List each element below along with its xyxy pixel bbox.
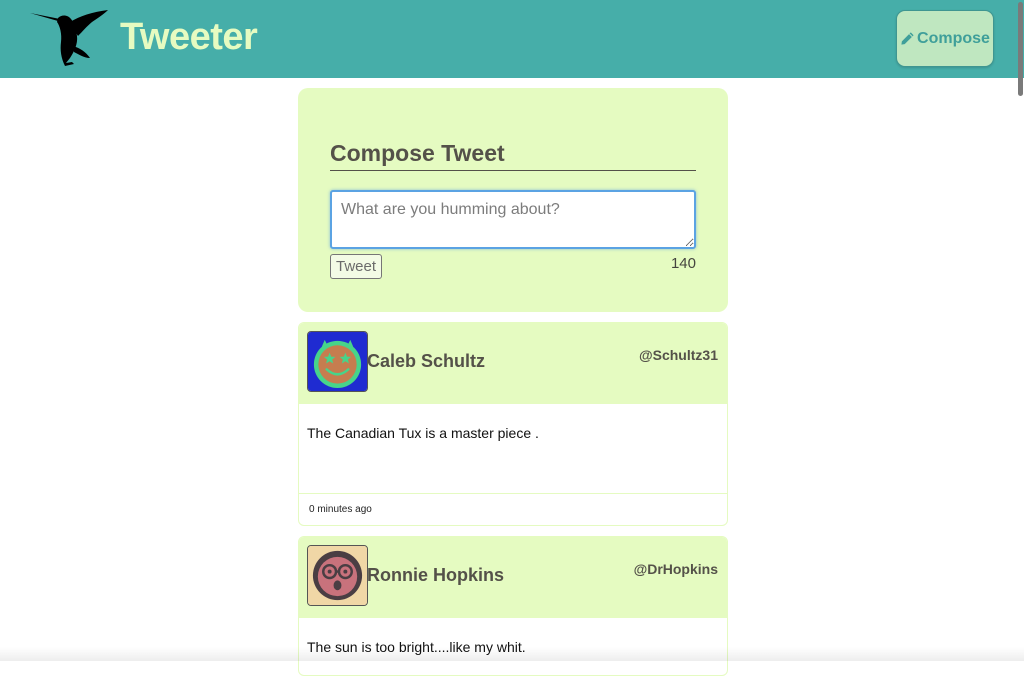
tweet-input[interactable]: [330, 190, 696, 249]
glasses-surprised-face-avatar-icon: [307, 545, 368, 606]
bottom-fade: [0, 647, 1024, 661]
page-scrollbar[interactable]: [1018, 0, 1024, 661]
compose-toggle-button[interactable]: Compose: [896, 10, 994, 67]
brand-title: Tweeter: [120, 11, 257, 63]
tweet-header: Caleb Schultz @Schultz31: [299, 323, 727, 404]
tweet-timestamp: 0 minutes ago: [299, 494, 727, 526]
scrollbar-thumb[interactable]: [1018, 2, 1023, 96]
tweet-card: Caleb Schultz @Schultz31 The Canadian Tu…: [298, 322, 728, 526]
pencil-icon: [900, 31, 915, 46]
tweet-header: Ronnie Hopkins @DrHopkins: [299, 537, 727, 618]
tweet-author-handle: @Schultz31: [639, 346, 718, 364]
star-eyes-smiley-avatar-icon: [307, 331, 368, 392]
compose-panel: Compose Tweet Tweet 140: [298, 88, 728, 312]
tweet-author-name: Ronnie Hopkins: [367, 563, 504, 587]
compose-heading: Compose Tweet: [330, 138, 696, 171]
top-nav: Tweeter Compose: [0, 0, 1024, 78]
character-counter: 140: [671, 254, 696, 274]
tweet-text: The Canadian Tux is a master piece .: [299, 404, 727, 494]
hummingbird-logo-icon: [30, 6, 112, 66]
compose-toggle-label: Compose: [917, 30, 990, 48]
brand[interactable]: [30, 6, 112, 66]
tweet-author-name: Caleb Schultz: [367, 349, 485, 373]
tweet-submit-button[interactable]: Tweet: [330, 254, 382, 279]
tweet-author-handle: @DrHopkins: [634, 560, 718, 578]
